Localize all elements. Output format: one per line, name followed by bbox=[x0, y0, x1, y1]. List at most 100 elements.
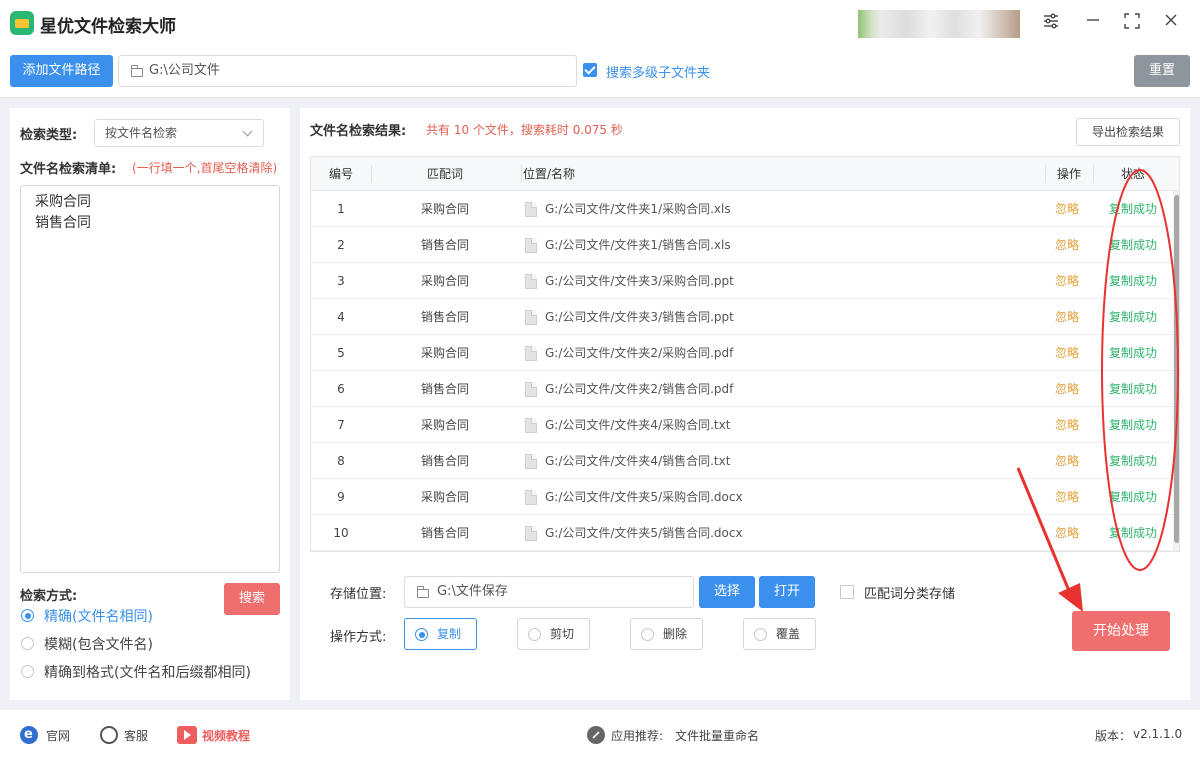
recommend-app-link[interactable]: 文件批量重命名 bbox=[675, 727, 759, 744]
col-status: 状态 bbox=[1120, 167, 1145, 181]
op-copy-option[interactable]: 复制 bbox=[404, 618, 477, 650]
minimize-icon[interactable] bbox=[1082, 12, 1104, 34]
row-keyword: 销售合同 bbox=[420, 310, 469, 324]
row-ignore-action[interactable]: 忽略 bbox=[1045, 299, 1089, 335]
website-link[interactable]: 官网 bbox=[46, 727, 70, 744]
row-ignore-action[interactable]: 忽略 bbox=[1045, 371, 1089, 407]
start-processing-button[interactable]: 开始处理 bbox=[1072, 611, 1170, 651]
storage-path-value: G:\文件保存 bbox=[437, 584, 508, 599]
row-number: 8 bbox=[337, 454, 345, 468]
table-row[interactable]: 3 采购合同 G:/公司文件/文件夹3/采购合同.ppt 忽略 复制成功 bbox=[311, 263, 1173, 299]
row-ignore-action[interactable]: 忽略 bbox=[1045, 227, 1089, 263]
row-ignore-action[interactable]: 忽略 bbox=[1045, 335, 1089, 371]
video-tutorial-link[interactable]: 视频教程 bbox=[202, 727, 250, 744]
search-method-label: 检索方式: bbox=[20, 589, 78, 604]
footer-bar: e 官网 客服 视频教程 应用推荐: 文件批量重命名 版本： v2.1.1.0 bbox=[0, 710, 1200, 760]
maximize-icon[interactable] bbox=[1121, 12, 1143, 34]
open-folder-button[interactable]: 打开 bbox=[759, 576, 815, 608]
file-icon bbox=[525, 454, 537, 469]
table-row[interactable]: 9 采购合同 G:/公司文件/文件夹5/采购合同.docx 忽略 复制成功 bbox=[311, 479, 1173, 515]
row-file-path[interactable]: G:/公司文件/文件夹5/销售合同.docx bbox=[545, 515, 743, 551]
row-status: 复制成功 bbox=[1108, 202, 1157, 216]
op-cut-option[interactable]: 剪切 bbox=[517, 618, 590, 650]
table-row[interactable]: 2 销售合同 G:/公司文件/文件夹1/销售合同.xls 忽略 复制成功 bbox=[311, 227, 1173, 263]
op-overwrite-option[interactable]: 覆盖 bbox=[743, 618, 816, 650]
row-file-path[interactable]: G:/公司文件/文件夹4/采购合同.txt bbox=[545, 407, 730, 443]
row-keyword: 采购合同 bbox=[420, 418, 469, 432]
method-exact-format-radio[interactable] bbox=[21, 665, 34, 678]
row-file-path[interactable]: G:/公司文件/文件夹3/销售合同.ppt bbox=[545, 299, 734, 335]
add-file-path-button[interactable]: 添加文件路径 bbox=[10, 55, 113, 87]
file-icon bbox=[525, 274, 537, 289]
file-icon bbox=[525, 310, 537, 325]
row-file-path[interactable]: G:/公司文件/文件夹1/采购合同.xls bbox=[545, 191, 731, 227]
table-row[interactable]: 4 销售合同 G:/公司文件/文件夹3/销售合同.ppt 忽略 复制成功 bbox=[311, 299, 1173, 335]
row-ignore-action[interactable]: 忽略 bbox=[1045, 407, 1089, 443]
row-status: 复制成功 bbox=[1108, 382, 1157, 396]
classify-by-keyword-checkbox[interactable] bbox=[840, 585, 854, 599]
row-keyword: 采购合同 bbox=[420, 274, 469, 288]
support-chat-icon bbox=[100, 726, 118, 744]
table-row[interactable]: 5 采购合同 G:/公司文件/文件夹2/采购合同.pdf 忽略 复制成功 bbox=[311, 335, 1173, 371]
method-exact-label[interactable]: 精确(文件名相同) bbox=[44, 606, 153, 626]
table-scrollbar[interactable] bbox=[1173, 191, 1179, 551]
filename-list-line: 销售合同 bbox=[35, 215, 91, 231]
row-status: 复制成功 bbox=[1108, 274, 1157, 288]
version-label: 版本： bbox=[1095, 729, 1132, 743]
storage-location-label: 存储位置: bbox=[330, 587, 387, 602]
scrollbar-thumb[interactable] bbox=[1174, 195, 1179, 543]
row-number: 9 bbox=[337, 490, 345, 504]
row-ignore-action[interactable]: 忽略 bbox=[1045, 443, 1089, 479]
row-file-path[interactable]: G:/公司文件/文件夹4/销售合同.txt bbox=[545, 443, 730, 479]
op-delete-radio bbox=[641, 628, 654, 641]
search-button[interactable]: 搜索 bbox=[224, 583, 280, 615]
include-subfolders-checkbox[interactable] bbox=[583, 63, 597, 77]
search-type-select[interactable]: 按文件名检索 bbox=[94, 119, 264, 147]
table-row[interactable]: 10 销售合同 G:/公司文件/文件夹5/销售合同.docx 忽略 复制成功 bbox=[311, 515, 1173, 551]
row-file-path[interactable]: G:/公司文件/文件夹3/采购合同.ppt bbox=[545, 263, 734, 299]
method-exact-format-label[interactable]: 精确到格式(文件名和后缀都相同) bbox=[44, 662, 251, 682]
row-status: 复制成功 bbox=[1108, 310, 1157, 324]
choose-folder-button[interactable]: 选择 bbox=[699, 576, 755, 608]
video-icon bbox=[177, 726, 197, 744]
filename-list-textarea[interactable]: 采购合同 销售合同 bbox=[20, 185, 280, 573]
row-ignore-action[interactable]: 忽略 bbox=[1045, 479, 1089, 515]
row-status: 复制成功 bbox=[1108, 346, 1157, 360]
export-results-button[interactable]: 导出检索结果 bbox=[1076, 118, 1180, 146]
close-icon[interactable] bbox=[1160, 12, 1182, 34]
row-ignore-action[interactable]: 忽略 bbox=[1045, 263, 1089, 299]
file-icon bbox=[525, 202, 537, 217]
storage-path-input[interactable]: G:\文件保存 bbox=[404, 576, 694, 608]
classify-by-keyword-label[interactable]: 匹配词分类存储 bbox=[864, 583, 955, 602]
source-path-value: G:\公司文件 bbox=[149, 63, 220, 78]
method-fuzzy-radio[interactable] bbox=[21, 637, 34, 650]
table-header: 编号 匹配词 位置/名称 操作 状态 bbox=[311, 157, 1179, 191]
op-copy-radio bbox=[415, 628, 428, 641]
row-keyword: 销售合同 bbox=[420, 382, 469, 396]
row-file-path[interactable]: G:/公司文件/文件夹2/销售合同.pdf bbox=[545, 371, 733, 407]
include-subfolders-label[interactable]: 搜索多级子文件夹 bbox=[606, 62, 710, 81]
table-row[interactable]: 8 销售合同 G:/公司文件/文件夹4/销售合同.txt 忽略 复制成功 bbox=[311, 443, 1173, 479]
settings-sliders-icon[interactable] bbox=[1040, 12, 1062, 34]
row-file-path[interactable]: G:/公司文件/文件夹1/销售合同.xls bbox=[545, 227, 731, 263]
row-file-path[interactable]: G:/公司文件/文件夹2/采购合同.pdf bbox=[545, 335, 733, 371]
reset-button[interactable]: 重置 bbox=[1134, 55, 1190, 87]
row-file-path[interactable]: G:/公司文件/文件夹5/采购合同.docx bbox=[545, 479, 743, 515]
row-number: 2 bbox=[337, 238, 345, 252]
table-row[interactable]: 1 采购合同 G:/公司文件/文件夹1/采购合同.xls 忽略 复制成功 bbox=[311, 191, 1173, 227]
method-exact-radio[interactable] bbox=[21, 609, 34, 622]
folder-icon bbox=[130, 65, 143, 77]
op-delete-option[interactable]: 删除 bbox=[630, 618, 703, 650]
row-number: 6 bbox=[337, 382, 345, 396]
user-avatar[interactable] bbox=[858, 10, 1020, 38]
row-keyword: 销售合同 bbox=[420, 238, 469, 252]
results-label: 文件名检索结果: bbox=[310, 124, 407, 139]
row-ignore-action[interactable]: 忽略 bbox=[1045, 515, 1089, 551]
table-row[interactable]: 6 销售合同 G:/公司文件/文件夹2/销售合同.pdf 忽略 复制成功 bbox=[311, 371, 1173, 407]
source-path-input[interactable]: G:\公司文件 bbox=[118, 55, 577, 87]
row-ignore-action[interactable]: 忽略 bbox=[1045, 191, 1089, 227]
results-table: 编号 匹配词 位置/名称 操作 状态 1 采购合同 G:/公司文件/文件夹1/采购合… bbox=[310, 156, 1180, 552]
method-fuzzy-label[interactable]: 模糊(包含文件名) bbox=[44, 634, 153, 654]
support-link[interactable]: 客服 bbox=[124, 727, 148, 744]
table-row[interactable]: 7 采购合同 G:/公司文件/文件夹4/采购合同.txt 忽略 复制成功 bbox=[311, 407, 1173, 443]
